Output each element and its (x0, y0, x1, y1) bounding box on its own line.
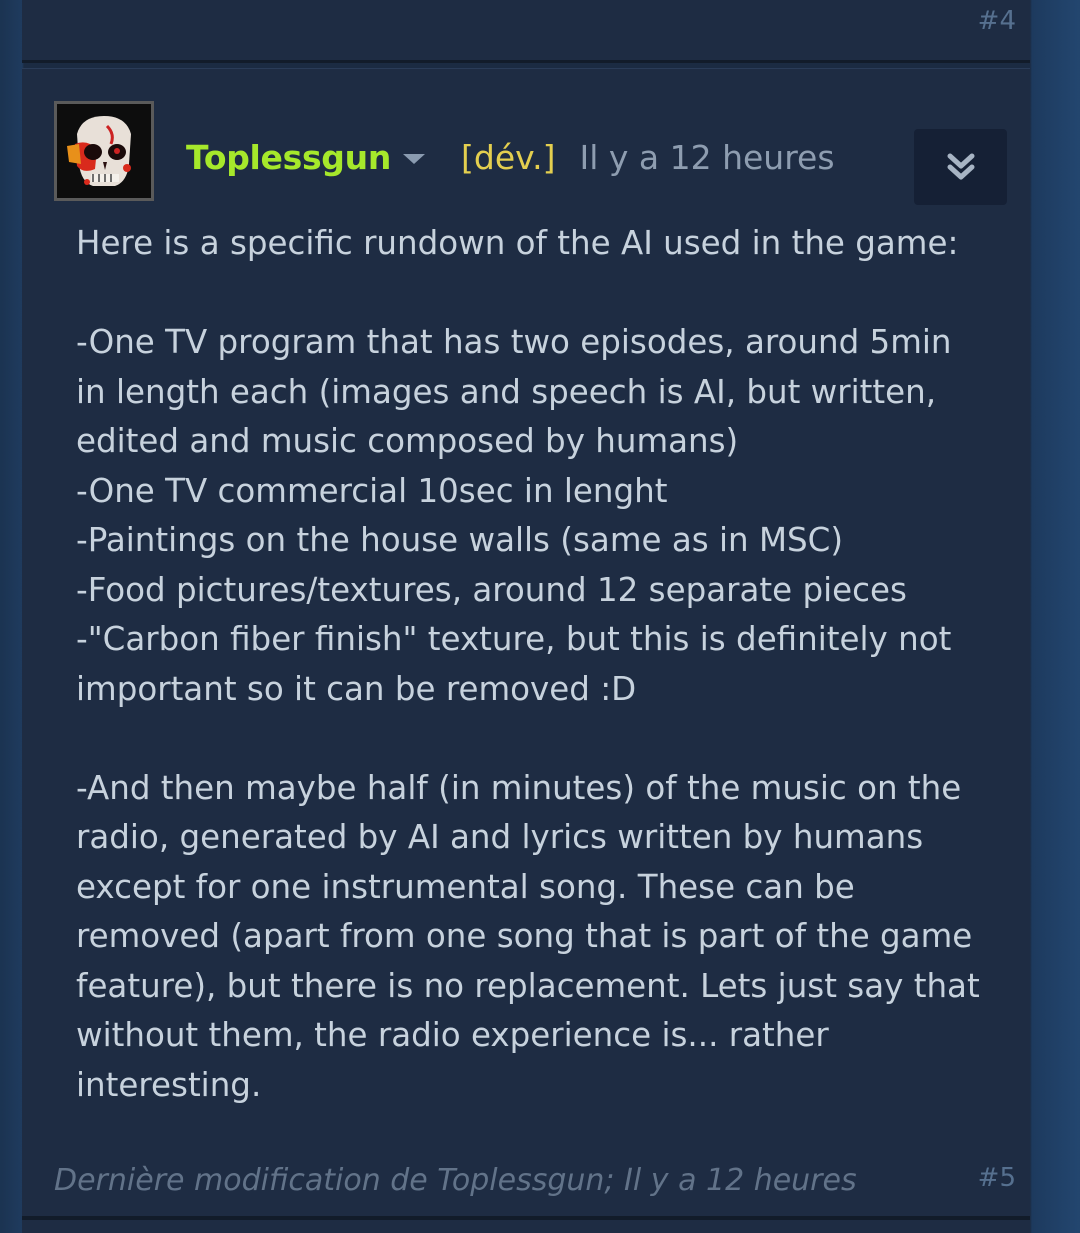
post-header: Toplessgun [dév.] Il y a 12 heures (186, 135, 835, 179)
developer-badge: [dév.] (461, 137, 556, 177)
post-number[interactable]: #4 (978, 6, 1016, 36)
post-timestamp: Il y a 12 heures (579, 137, 835, 177)
author-name[interactable]: Toplessgun (186, 138, 391, 177)
forum-post: Toplessgun [dév.] Il y a 12 heures Here … (22, 68, 1030, 1217)
double-chevron-down-icon (947, 153, 974, 180)
next-post-edge (22, 1216, 1030, 1233)
edit-note: Dernière modification de Toplessgun; Il … (54, 1163, 857, 1198)
post-number[interactable]: #5 (978, 1163, 1016, 1193)
chevron-down-icon[interactable] (403, 154, 426, 164)
avatar[interactable] (54, 101, 154, 201)
avatar-image (57, 104, 151, 198)
previous-post: #4 (22, 0, 1030, 63)
post-body: Here is a specific rundown of the AI use… (76, 224, 980, 1104)
expand-button[interactable] (914, 129, 1007, 205)
